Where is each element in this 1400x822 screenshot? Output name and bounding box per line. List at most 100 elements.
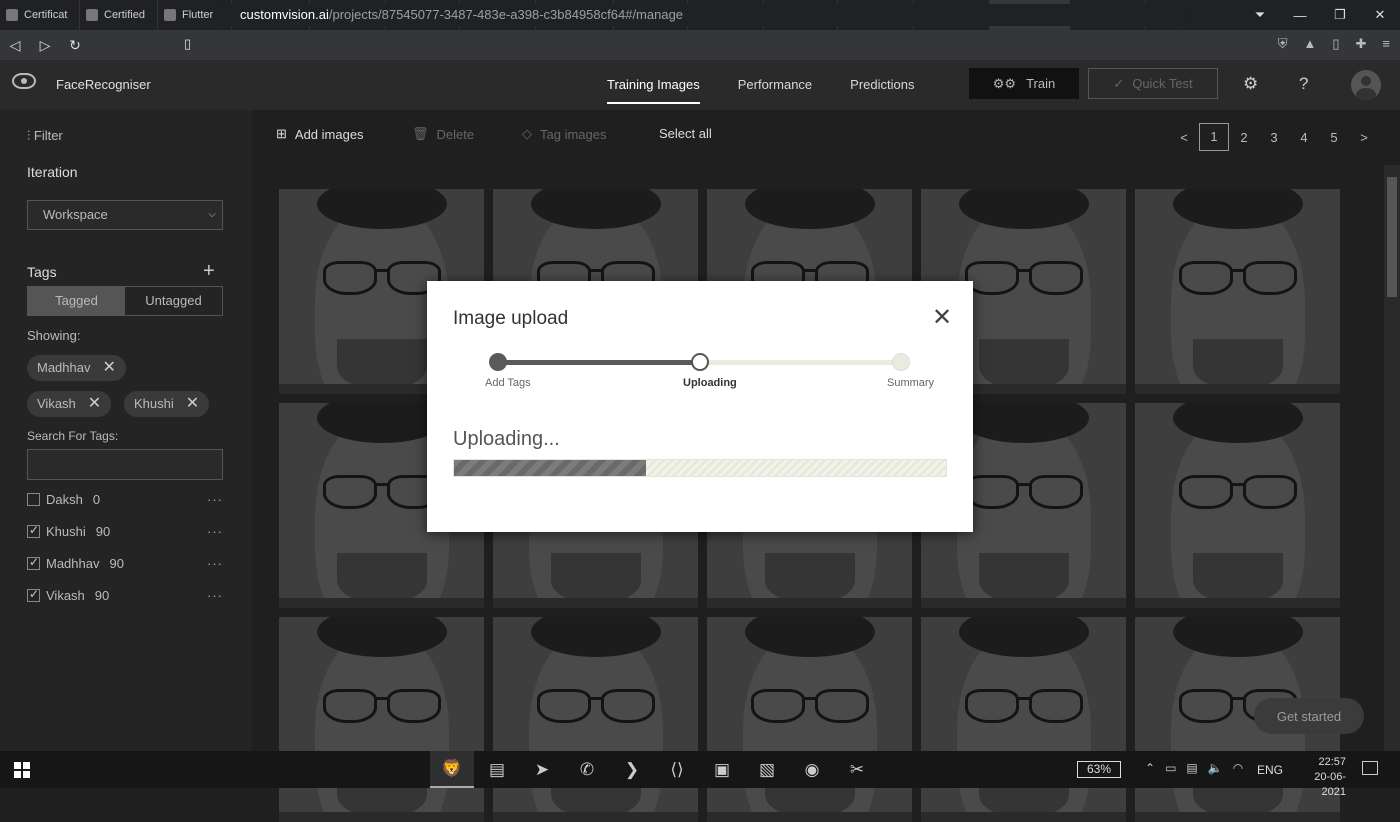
brave-shield-icon[interactable]: ⛨ — [1278, 36, 1288, 52]
tagged-button[interactable]: Tagged — [28, 287, 125, 315]
tag-row-madhhav[interactable]: Madhhav 90 ··· — [27, 553, 223, 573]
sidebar: ⫶ Filter Iteration Workspace ⌵ Tags + Ta… — [0, 110, 252, 751]
photo-detail — [279, 812, 484, 822]
page-4[interactable]: 4 — [1289, 130, 1319, 145]
add-tag-icon[interactable]: + — [203, 260, 215, 283]
wallet-icon[interactable]: ▯ — [1332, 36, 1339, 52]
whatsapp-icon[interactable]: ✆ — [565, 751, 609, 788]
extensions-icon[interactable]: ✚ — [1356, 36, 1367, 52]
chrome-icon[interactable]: ◉ — [790, 751, 834, 788]
tag-checkbox[interactable] — [27, 492, 40, 506]
tab-performance[interactable]: Performance — [738, 77, 812, 104]
volume-icon[interactable]: 🔈 — [1208, 761, 1223, 775]
more-icon[interactable]: ··· — [207, 556, 223, 571]
next-page-icon[interactable]: > — [1349, 130, 1379, 145]
photo-detail — [589, 269, 603, 272]
wifi-icon[interactable]: ◠ — [1233, 761, 1243, 775]
stepper-line-todo — [701, 360, 901, 365]
clock[interactable]: 22:57 20-06-2021 — [1290, 755, 1346, 800]
bookmark-icon[interactable]: ▯ — [184, 36, 191, 52]
page-5[interactable]: 5 — [1319, 130, 1349, 145]
minimize-icon[interactable]: — — [1280, 8, 1320, 23]
photo-detail — [1173, 189, 1303, 229]
tab-predictions[interactable]: Predictions — [850, 77, 914, 104]
training-image-thumbnail[interactable] — [279, 617, 484, 822]
photo-detail — [1231, 269, 1245, 272]
rewards-icon[interactable]: ▲ — [1303, 36, 1316, 52]
avatar[interactable] — [1351, 70, 1381, 100]
photo-detail — [815, 689, 869, 723]
vscode-icon[interactable]: ⟨⟩ — [655, 751, 699, 788]
search-tags-input[interactable] — [27, 449, 223, 480]
powershell-icon[interactable]: ❯ — [610, 751, 654, 788]
training-image-thumbnail[interactable] — [921, 617, 1126, 822]
training-image-thumbnail[interactable] — [493, 617, 698, 822]
scrollbar-thumb[interactable] — [1387, 177, 1397, 297]
page-3[interactable]: 3 — [1259, 130, 1289, 145]
back-icon[interactable]: ◁ — [0, 37, 30, 54]
filter-toggle[interactable]: ⫶ Filter — [27, 128, 63, 144]
tag-row-daksh[interactable]: Daksh 0 ··· — [27, 489, 223, 509]
add-images-button[interactable]: ⊞ Add images — [276, 126, 364, 142]
tag-row-khushi[interactable]: Khushi 90 ··· — [27, 521, 223, 541]
iteration-select[interactable]: Workspace ⌵ — [27, 200, 223, 230]
tag-checkbox[interactable] — [27, 523, 40, 538]
photo-detail — [1231, 697, 1245, 700]
tag-checkbox[interactable] — [27, 555, 40, 570]
settings-gear-icon[interactable]: ⚙ — [1243, 74, 1258, 94]
chevron-up-icon[interactable]: ⌃ — [1145, 761, 1155, 775]
menu-icon[interactable]: ≡ — [1382, 36, 1390, 52]
remove-chip-icon[interactable]: ✕ — [102, 355, 115, 381]
language-indicator[interactable]: ENG — [1257, 763, 1283, 777]
get-started-button[interactable]: Get started — [1254, 698, 1364, 734]
tag-images-button[interactable]: ◇ Tag images — [522, 126, 606, 142]
windows-start-icon[interactable] — [14, 762, 30, 778]
more-icon[interactable]: ··· — [207, 524, 223, 539]
page-1[interactable]: 1 — [1199, 123, 1229, 151]
remote-desktop-icon[interactable]: ▣ — [700, 751, 744, 788]
brave-browser-icon[interactable]: 🦁 — [430, 751, 474, 788]
photo-detail — [979, 339, 1069, 389]
battery-icon[interactable]: ▭ — [1165, 761, 1176, 775]
dropdown-icon[interactable]: ⏷ — [1240, 7, 1280, 23]
telegram-icon[interactable]: ➤ — [520, 751, 564, 788]
more-icon[interactable]: ··· — [207, 492, 223, 507]
training-image-thumbnail[interactable] — [707, 617, 912, 822]
app-header: FaceRecogniser Training Images Performan… — [0, 60, 1400, 110]
battery-indicator[interactable]: 63% — [1077, 761, 1121, 778]
snipping-tool-icon[interactable]: ✂ — [835, 751, 879, 788]
page-2[interactable]: 2 — [1229, 130, 1259, 145]
remove-chip-icon[interactable]: ✕ — [88, 391, 101, 417]
select-all-button[interactable]: Select all — [659, 126, 712, 141]
browser-tab[interactable]: Certified — [80, 0, 158, 30]
close-icon[interactable]: ✕ — [1360, 7, 1400, 23]
tag-checkbox[interactable] — [27, 587, 40, 602]
step-label-uploading: Uploading — [683, 377, 737, 389]
tab-training-images[interactable]: Training Images — [607, 77, 700, 104]
forward-icon[interactable]: ▷ — [30, 37, 60, 54]
untagged-button[interactable]: Untagged — [125, 287, 222, 315]
url-input[interactable]: customvision.ai/projects/87545077-3487-4… — [214, 4, 1190, 26]
quick-test-button[interactable]: ✓ Quick Test — [1088, 68, 1218, 99]
maximize-icon[interactable]: ❐ — [1320, 7, 1360, 23]
close-icon[interactable]: ✕ — [932, 303, 952, 332]
delete-button[interactable]: 🗑 Delete — [412, 126, 474, 142]
more-icon[interactable]: ··· — [207, 588, 223, 603]
train-button[interactable]: ⚙⚙ Train — [969, 68, 1079, 99]
address-bar-row: ◁ ▷ ↻ — [0, 30, 1400, 60]
prev-page-icon[interactable]: < — [1169, 130, 1199, 145]
file-explorer-icon[interactable]: ▤ — [475, 751, 519, 788]
notification-icon[interactable] — [1362, 761, 1378, 775]
tag-count: 90 — [109, 555, 124, 571]
tag-row-vikash[interactable]: Vikash 90 ··· — [27, 585, 223, 605]
training-image-thumbnail[interactable] — [1135, 403, 1340, 608]
stepper-line-done — [498, 360, 701, 365]
network-icon[interactable]: ▤ — [1186, 761, 1197, 775]
remove-chip-icon[interactable]: ✕ — [186, 391, 199, 417]
scrollbar[interactable] — [1384, 165, 1400, 751]
browser-tab[interactable]: Certificat — [0, 0, 80, 30]
training-image-thumbnail[interactable] — [1135, 189, 1340, 394]
sticky-notes-icon[interactable]: ▧ — [745, 751, 789, 788]
reload-icon[interactable]: ↻ — [60, 37, 90, 54]
help-icon[interactable]: ? — [1299, 74, 1308, 94]
